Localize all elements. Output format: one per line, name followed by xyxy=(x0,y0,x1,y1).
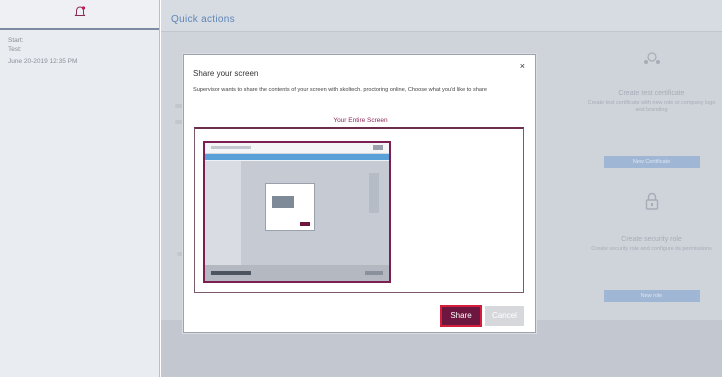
certificate-card-desc: Create test certificate with new role or… xyxy=(587,100,716,113)
page-title: Quick actions xyxy=(171,14,235,25)
test-label: Test: xyxy=(8,46,22,53)
left-sidebar: Start: Test: June 20-2019 12:35 PM xyxy=(0,0,160,377)
screen-preview-area xyxy=(194,127,524,293)
thumb-header-bar xyxy=(205,154,389,160)
tab-entire-screen[interactable]: Your Entire Screen xyxy=(184,117,537,124)
security-role-card-title: Create security role xyxy=(621,236,682,243)
thumb-taskbar xyxy=(205,265,389,281)
certificate-icon xyxy=(642,52,662,70)
lock-icon xyxy=(645,192,659,214)
session-info: Start: Test: June 20-2019 12:35 PM xyxy=(0,30,159,72)
main-header: Quick actions xyxy=(161,0,722,32)
bell-icon[interactable] xyxy=(73,5,87,24)
session-datetime: June 20-2019 12:35 PM xyxy=(8,58,78,65)
dialog-description: Supervisor wants to share the contents o… xyxy=(193,87,487,93)
start-label: Start: xyxy=(8,37,24,44)
new-certificate-button[interactable]: New Certificate xyxy=(603,156,700,168)
close-icon[interactable]: × xyxy=(520,61,525,71)
security-role-card-desc: Create security role and configure its p… xyxy=(591,246,712,252)
dialog-title: Share your screen xyxy=(193,69,259,78)
certificate-card xyxy=(581,50,722,71)
screen-thumbnail[interactable] xyxy=(203,141,391,283)
thumb-browser-bar xyxy=(205,143,389,154)
thumb-page xyxy=(205,161,389,265)
share-button[interactable]: Share xyxy=(440,305,482,327)
thumb-dialog xyxy=(265,183,315,231)
new-role-button[interactable]: New role xyxy=(603,290,700,302)
share-screen-dialog: × Share your screen Supervisor wants to … xyxy=(183,54,536,333)
cancel-button[interactable]: Cancel xyxy=(485,306,524,326)
security-role-card xyxy=(581,192,722,215)
sidebar-header xyxy=(0,0,159,30)
certificate-card-title: Create test certificate xyxy=(618,90,685,97)
